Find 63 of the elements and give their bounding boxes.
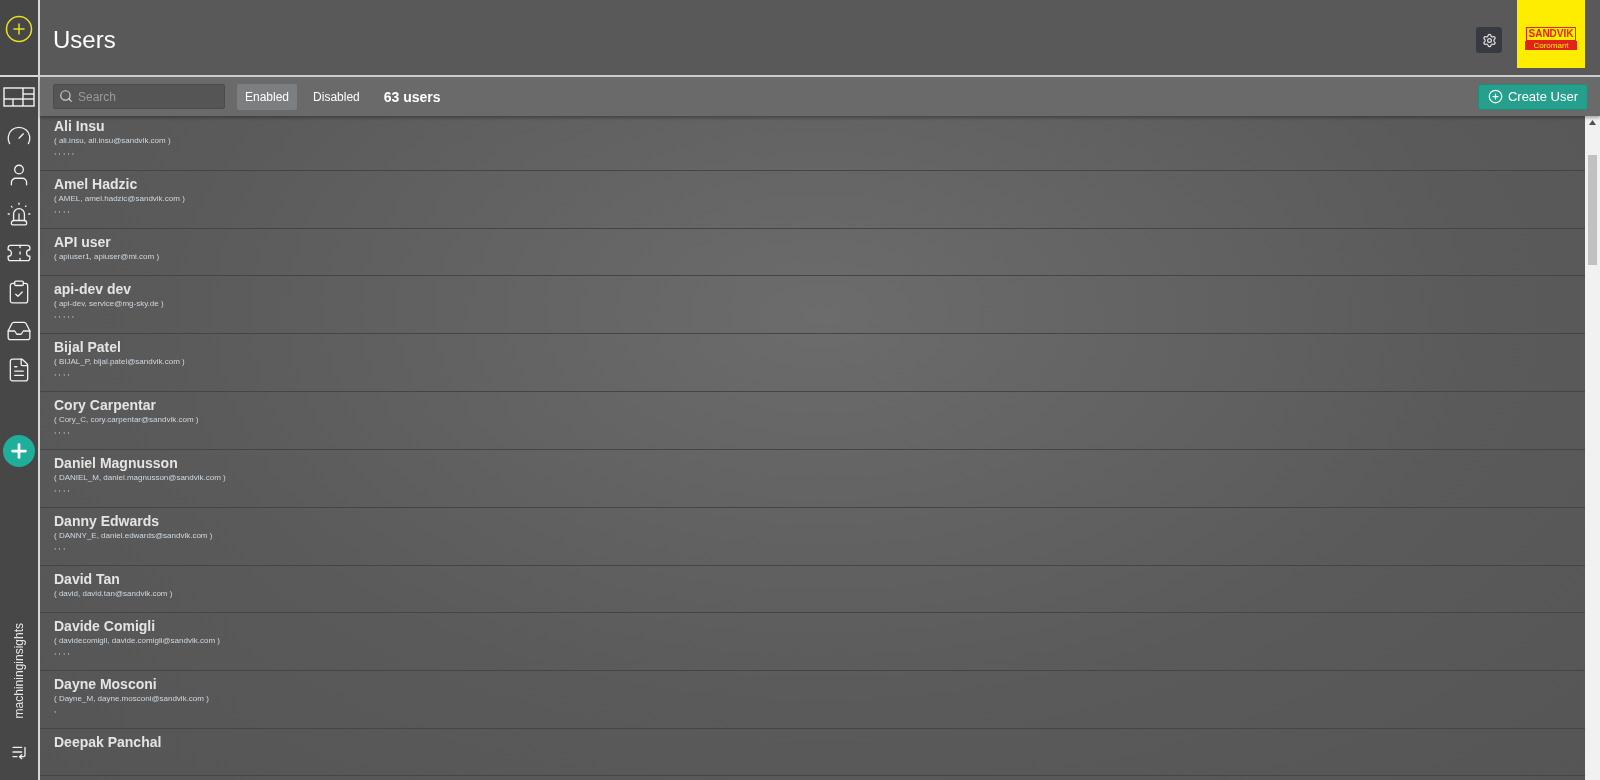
- user-login: ( api-dev, service@mg-sky.de ): [54, 299, 165, 308]
- user-login: ( davidecomigli, davide.comigli@sandvik.com ): [54, 636, 221, 645]
- user-name: Ali Insu: [54, 118, 106, 134]
- user-details: , , , ,: [54, 205, 71, 214]
- user-name: API user: [54, 234, 112, 250]
- user-login: ( DANNY_E, daniel.edwards@sandvik.com ): [54, 531, 214, 540]
- user-login: ( apiuser1, apiuser@mi.com ): [54, 252, 161, 261]
- user-name: Davide Comigli: [54, 618, 157, 634]
- user-row[interactable]: Cory Carpentar ( Cory_C, cory.carpentar@sandvik.com ) , , , ,: [40, 392, 1585, 450]
- user-name: Cory Carpentar: [54, 397, 157, 413]
- plus-circle-icon: [1487, 89, 1503, 104]
- user-row[interactable]: Bijal Patel ( BIJAL_P, bijal.patel@sandvik.com ) , , , ,: [40, 334, 1585, 392]
- user-details: , , , , ,: [54, 310, 75, 319]
- user-details: , , ,: [54, 542, 67, 551]
- user-row[interactable]: Dayne Mosconi ( Dayne_M, dayne.mosconi@sandvik.com ) ,: [40, 671, 1585, 729]
- user-count: 63 users: [383, 88, 442, 105]
- filter-tab[interactable]: Enabled: [237, 83, 298, 110]
- user-login: ( david, david.tan@sandvik.com ): [54, 589, 174, 598]
- user-login: ( ali.insu, ali.insu@sandvik.com ): [54, 136, 172, 145]
- user-row[interactable]: Amel Hadzic ( AMEL, amel.hadzic@sandvik.com ) , , , ,: [40, 171, 1585, 229]
- search-field[interactable]: Search: [53, 84, 225, 109]
- plus-icon: [8, 440, 30, 462]
- user-row[interactable]: Deepak Panchal: [40, 729, 1585, 776]
- add-button[interactable]: [3, 435, 35, 467]
- user-name: Dayne Mosconi: [54, 676, 158, 692]
- user-row[interactable]: Daniel Magnusson ( DANIEL_M, daniel.magnusson@sandvik.com ) , , , ,: [40, 450, 1585, 508]
- page-title: Users: [53, 26, 117, 54]
- user-name: Amel Hadzic: [54, 176, 139, 192]
- scrollbar[interactable]: [1585, 116, 1600, 780]
- user-name: Danny Edwards: [54, 513, 161, 529]
- scrollbar-thumb[interactable]: [1588, 155, 1597, 265]
- user-name: Bijal Patel: [54, 339, 122, 355]
- settings-button[interactable]: [1476, 27, 1502, 53]
- user-row[interactable]: Davide Comigli ( davidecomigli, davide.comigli@sandvik.com ) , , , ,: [40, 613, 1585, 671]
- user-login: ( Dayne_M, dayne.mosconi@sandvik.com ): [54, 694, 210, 703]
- search-icon: [59, 89, 73, 103]
- user-name: Daniel Magnusson: [54, 455, 179, 471]
- user-details: , , , , ,: [54, 147, 75, 156]
- user-row[interactable]: Danny Edwards ( DANNY_E, daniel.edwards@sandvik.com ) , , ,: [40, 508, 1585, 566]
- scroll-up-icon[interactable]: [1589, 120, 1596, 125]
- user-name: Deepak Panchal: [54, 734, 163, 750]
- settings-icon: [1481, 32, 1497, 48]
- user-login: ( Cory_C, cory.carpentar@sandvik.com ): [54, 415, 200, 424]
- logo: SANDVIK Coromant: [1517, 0, 1585, 68]
- user-row[interactable]: API user ( apiuser1, apiuser@mi.com ): [40, 229, 1585, 276]
- user-details: , , , ,: [54, 368, 71, 377]
- user-row[interactable]: David Tan ( david, david.tan@sandvik.com ): [40, 566, 1585, 613]
- user-name: David Tan: [54, 571, 121, 587]
- user-details: , , , ,: [54, 484, 71, 493]
- add-circle-icon[interactable]: [4, 14, 34, 44]
- user-row[interactable]: api-dev dev ( api-dev, service@mg-sky.de ) , , , , ,: [40, 276, 1585, 334]
- user-login: ( AMEL, amel.hadzic@sandvik.com ): [54, 194, 186, 203]
- filter-tab[interactable]: Disabled: [305, 83, 368, 110]
- user-row[interactable]: Ali Insu ( ali.insu, ali.insu@sandvik.com ) , , , , ,: [40, 116, 1585, 171]
- user-login: ( DANIEL_M, daniel.magnusson@sandvik.com ): [54, 473, 227, 482]
- user-details: , , , ,: [54, 647, 71, 656]
- user-name: api-dev dev: [54, 281, 133, 297]
- create-user-button[interactable]: Create User: [1477, 83, 1588, 110]
- user-details: , , , ,: [54, 426, 71, 435]
- user-login: ( BIJAL_P, bijal.patel@sandvik.com ): [54, 357, 186, 366]
- app-name: machininginsights: [12, 622, 26, 718]
- user-details: ,: [54, 705, 58, 714]
- menu-icon[interactable]: [11, 744, 27, 760]
